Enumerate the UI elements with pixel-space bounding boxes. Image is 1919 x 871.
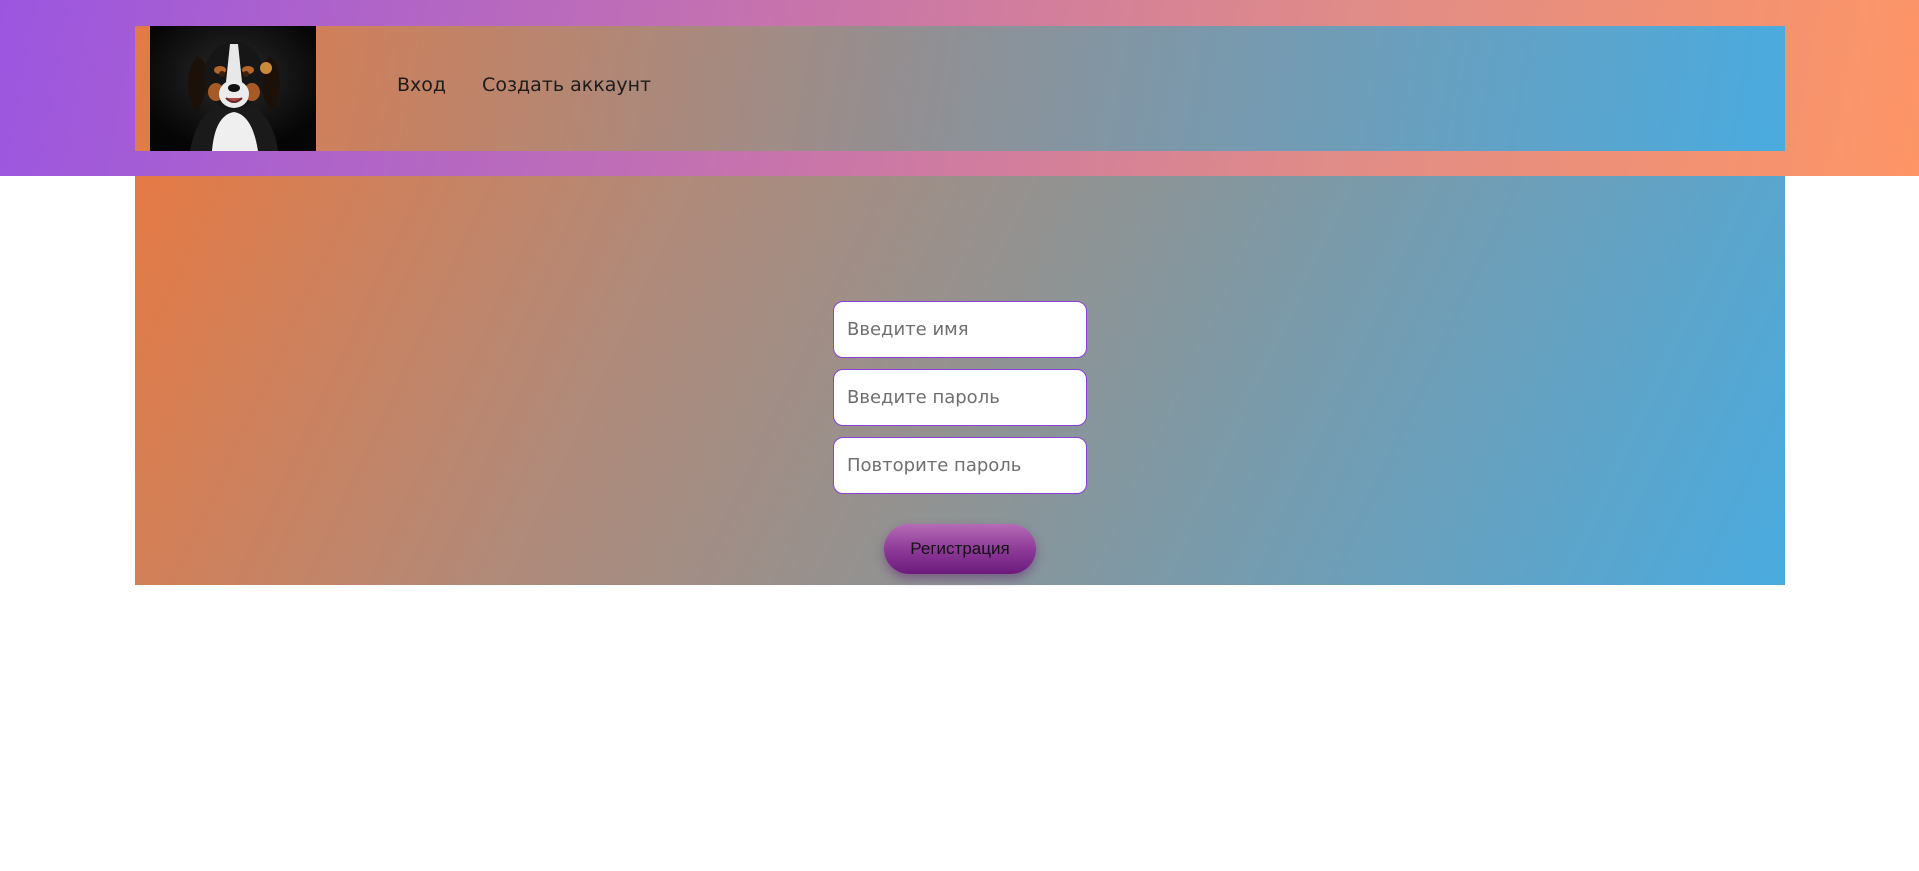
logo-dog-image[interactable] <box>150 26 316 151</box>
registration-form <box>833 301 1087 505</box>
nav-link-signup[interactable]: Создать аккаунт <box>482 74 651 96</box>
password-input[interactable] <box>833 369 1087 426</box>
header-bar <box>135 26 1785 151</box>
name-input[interactable] <box>833 301 1087 358</box>
dog-icon <box>150 26 316 151</box>
repeat-password-input[interactable] <box>833 437 1087 494</box>
nav-link-login[interactable]: Вход <box>397 74 446 96</box>
main-nav: Вход Создать аккаунт <box>397 74 651 96</box>
register-button[interactable]: Регистрация <box>884 524 1036 574</box>
